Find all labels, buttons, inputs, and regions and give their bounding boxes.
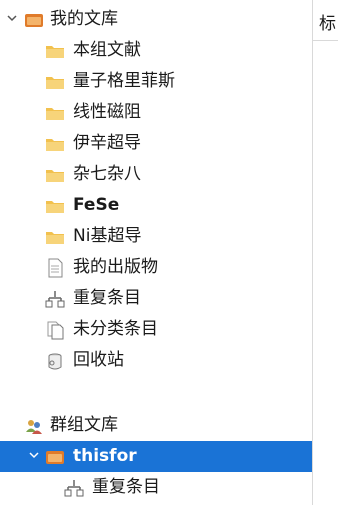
folder-icon <box>46 46 64 58</box>
tree-item-my-publications[interactable]: 我的出版物 <box>0 252 312 283</box>
tree-item-label: 重复条目 <box>92 477 160 497</box>
tree-item-label: thisfor <box>73 446 137 466</box>
folder-icon <box>46 77 64 89</box>
tree-item-collection[interactable]: FeSe <box>0 190 312 221</box>
tree-item-label: 重复条目 <box>73 288 141 308</box>
trash-icon <box>48 353 62 370</box>
duplicate-icon <box>64 480 84 497</box>
collection-tree: 我的文库 本组文献 量子格里菲斯 线性磁阻 伊辛超导 杂七杂八 FeSe Ni基… <box>0 0 312 505</box>
folder-icon <box>46 201 64 213</box>
tree-item-unfiled[interactable]: 未分类条目 <box>0 314 312 345</box>
tree-item-collection[interactable]: 杂七杂八 <box>0 159 312 190</box>
folder-icon <box>46 232 64 244</box>
tree-item-label: 线性磁阻 <box>73 102 141 122</box>
tree-item-group-thisfor[interactable]: thisfor <box>0 441 312 472</box>
tree-item-duplicates[interactable]: 重复条目 <box>0 283 312 314</box>
document-icon <box>48 258 63 278</box>
chevron-down-icon[interactable] <box>6 12 18 24</box>
tree-item-label: 回收站 <box>73 350 124 370</box>
tree-item-group-library[interactable]: 群组文库 <box>0 410 312 441</box>
tree-item-collection[interactable]: 量子格里菲斯 <box>0 66 312 97</box>
tree-item-collection[interactable]: 伊辛超导 <box>0 128 312 159</box>
folder-icon <box>46 108 64 120</box>
library-icon <box>25 14 43 27</box>
tree-item-collection[interactable]: Ni基超导 <box>0 221 312 252</box>
tree-item-collection[interactable]: 本组文献 <box>0 35 312 66</box>
tree-item-collection[interactable]: 线性磁阻 <box>0 97 312 128</box>
tree-item-label: 杂七杂八 <box>73 164 141 184</box>
tree-item-my-library[interactable]: 我的文库 <box>0 4 312 35</box>
group-icon <box>26 420 42 434</box>
tree-item-label: 量子格里菲斯 <box>73 71 175 91</box>
tree-item-label: 未分类条目 <box>73 319 158 339</box>
pane-divider[interactable] <box>312 0 313 505</box>
tree-item-label: 本组文献 <box>73 40 141 60</box>
folder-icon <box>46 139 64 151</box>
unfiled-icon <box>47 321 64 340</box>
duplicate-icon <box>45 291 65 308</box>
column-header-label: 标 <box>319 14 336 34</box>
tree-item-label: 我的出版物 <box>73 257 158 277</box>
tree-item-label: FeSe <box>73 195 120 215</box>
tree-item-label: Ni基超导 <box>73 226 142 246</box>
tree-item-label: 我的文库 <box>50 9 118 29</box>
tree-item-label: 群组文库 <box>50 415 118 435</box>
folder-icon <box>46 170 64 182</box>
tree-item-duplicates[interactable]: 重复条目 <box>0 472 312 503</box>
chevron-down-icon[interactable] <box>28 449 40 461</box>
items-column-header[interactable]: 标 <box>313 0 338 41</box>
tree-item-label: 伊辛超导 <box>73 133 141 153</box>
library-icon <box>46 451 64 464</box>
tree-item-trash[interactable]: 回收站 <box>0 345 312 376</box>
